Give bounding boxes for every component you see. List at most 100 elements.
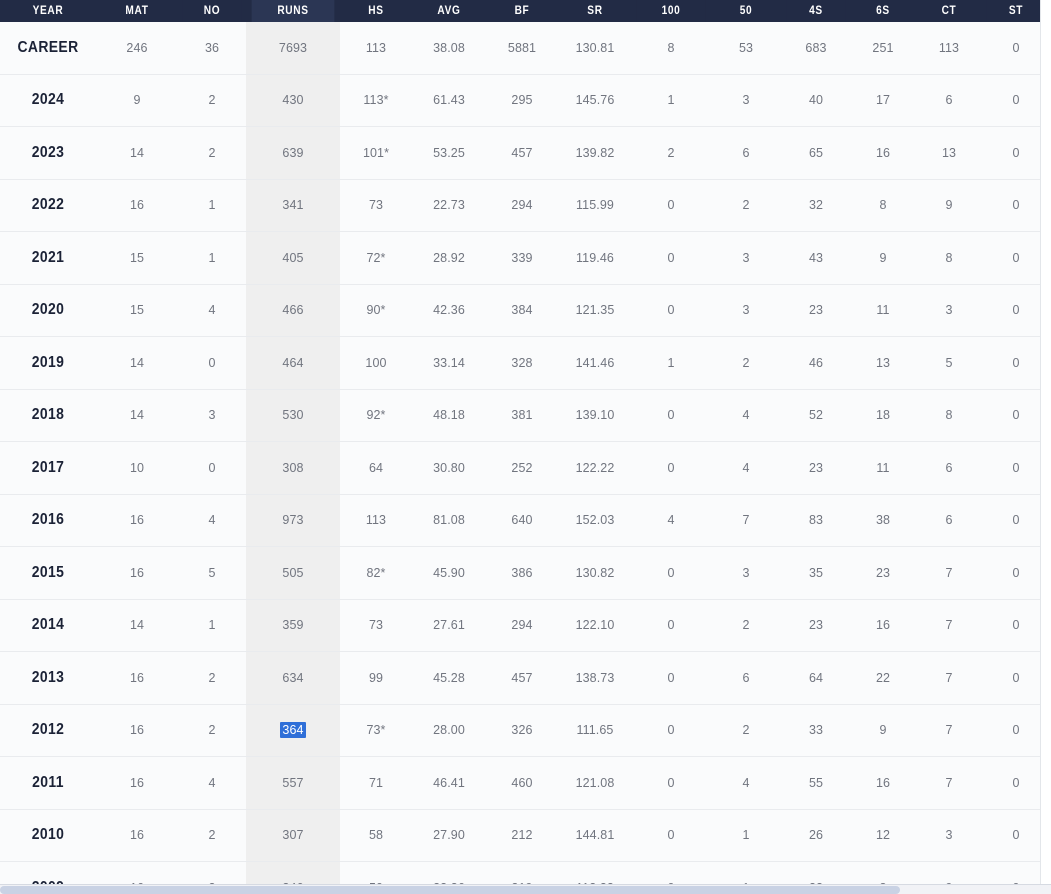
cell-st: 0 — [982, 126, 1040, 180]
row-year-label: 2018 — [4, 389, 92, 442]
cell-sr: 152.03 — [558, 494, 632, 547]
cell-st: 0 — [982, 809, 1040, 862]
column-header-year[interactable]: YEAR — [5, 0, 91, 22]
cell-st: 0 — [982, 179, 1040, 232]
table-row[interactable]: 2014 14 1 359 73 27.61 294 122.10 0 2 23 16 7 0 — [0, 599, 1040, 652]
cell-4s: 46 — [782, 336, 850, 390]
table-row[interactable]: 2012 16 2 364 73* 28.00 326 111.65 0 2 33 9 7 0 — [0, 704, 1040, 757]
stats-table-scroll-area[interactable]: YEAR MAT NO RUNS HS AVG BF SR 100 50 4S 6S CT ST CARE… — [0, 0, 1041, 884]
cell-50: 6 — [710, 651, 782, 705]
cell-mat: 14 — [96, 126, 178, 180]
cell-4s: 65 — [782, 126, 850, 180]
column-header-4s[interactable]: 4S — [786, 0, 846, 22]
cell-ct: 9 — [916, 179, 982, 232]
cell-50: 7 — [710, 494, 782, 547]
table-row[interactable]: 20091622465022.36219112.320122890 — [0, 861, 1040, 884]
table-row[interactable]: 2015 16 5 505 82* 45.90 386 130.82 0 3 35 23 7 0 — [0, 546, 1040, 600]
cell-mat: 16 — [96, 651, 178, 705]
cell-6s: 12 — [850, 809, 916, 862]
cell-sr: 138.73 — [558, 651, 632, 705]
column-header-ct[interactable]: CT — [919, 0, 979, 22]
table-row[interactable]: CAREER 246 36 7693 113 38.08 5881 130.81 8 53 683 2… — [0, 22, 1040, 75]
cell-6s: 16 — [850, 599, 916, 652]
cell-bf: 326 — [486, 704, 558, 757]
column-header-bf[interactable]: BF — [490, 0, 554, 22]
cell-hs: 113 — [340, 22, 412, 75]
column-header-runs[interactable]: RUNS — [251, 0, 335, 22]
cell-runs: 359 — [246, 599, 340, 652]
cell-ct: 13 — [916, 126, 982, 180]
cell-50: 53 — [710, 22, 782, 75]
column-header-sr[interactable]: SR — [562, 0, 628, 22]
cell-mat: 10 — [96, 441, 178, 495]
column-header-hs[interactable]: HS — [344, 0, 408, 22]
column-header-avg[interactable]: AVG — [416, 0, 482, 22]
cell-bf: 460 — [486, 756, 558, 810]
table-row[interactable]: 2019 14 0 464 100 33.14 328 141.46 1 2 46 13 5 0 — [0, 336, 1040, 390]
cell-runs: 466 — [246, 284, 340, 337]
column-header-st[interactable]: ST — [986, 0, 1040, 22]
cell-6s: 38 — [850, 494, 916, 547]
cell-hs: 101* — [340, 126, 412, 180]
cell-50: 1 — [710, 861, 782, 884]
table-row[interactable]: 2016 16 4 973 113 81.08 640 152.03 4 7 83 38 6 0 — [0, 494, 1040, 547]
table-row[interactable]: 2022 16 1 341 73 22.73 294 115.99 0 2 32 8 9 0 — [0, 179, 1040, 232]
table-row[interactable]: 2024 9 2 430 113* 61.43 295 145.76 1 3 40 17 6 0 — [0, 74, 1040, 127]
cell-sr: 115.99 — [558, 179, 632, 232]
column-header-no[interactable]: NO — [182, 0, 242, 22]
cell-6s: 22 — [850, 651, 916, 705]
cell-4s: 55 — [782, 756, 850, 810]
cell-runs: 530 — [246, 389, 340, 442]
cell-hs: 64 — [340, 441, 412, 495]
cell-no: 3 — [178, 389, 246, 442]
row-year-label: 2021 — [4, 231, 92, 285]
table-row[interactable]: 2011 16 4 557 71 46.41 460 121.08 0 4 55 16 7 0 — [0, 756, 1040, 810]
cell-no: 5 — [178, 546, 246, 600]
column-header-50[interactable]: 50 — [714, 0, 778, 22]
cell-avg: 45.28 — [412, 651, 486, 705]
cell-50: 3 — [710, 284, 782, 337]
horizontal-scrollbar-thumb[interactable] — [0, 886, 900, 894]
cell-mat: 16 — [96, 546, 178, 600]
table-row[interactable]: 2021 15 1 405 72* 28.92 339 119.46 0 3 43 9 8 0 — [0, 231, 1040, 285]
table-row[interactable]: 2020 15 4 466 90* 42.36 384 121.35 0 3 23 11 3 0 — [0, 284, 1040, 337]
cell-bf: 219 — [486, 861, 558, 884]
cell-6s: 18 — [850, 389, 916, 442]
cell-avg: 33.14 — [412, 336, 486, 390]
selected-text: 364 — [280, 722, 306, 739]
table-header-row: YEAR MAT NO RUNS HS AVG BF SR 100 50 4S 6S CT ST — [0, 0, 1040, 22]
cell-ct: 7 — [916, 599, 982, 652]
cell-no: 4 — [178, 284, 246, 337]
cell-no: 2 — [178, 861, 246, 884]
table-row[interactable]: 2023 14 2 639 101* 53.25 457 139.82 2 6 65 16 13 0 — [0, 126, 1040, 180]
cell-4s: 40 — [782, 74, 850, 127]
cell-100: 4 — [632, 494, 710, 547]
cell-st: 0 — [982, 441, 1040, 495]
cell-100: 2 — [632, 126, 710, 180]
cell-hs: 72* — [340, 231, 412, 285]
table-row[interactable]: 2010 16 2 307 58 27.90 212 144.81 0 1 26 12 3 0 — [0, 809, 1040, 862]
cell-50: 2 — [710, 704, 782, 757]
table-row[interactable]: 2017 10 0 308 64 30.80 252 122.22 0 4 23 11 6 0 — [0, 441, 1040, 495]
cell-ct: 6 — [916, 441, 982, 495]
cell-bf: 295 — [486, 74, 558, 127]
cell-hs: 113 — [340, 494, 412, 547]
cell-6s: 17 — [850, 74, 916, 127]
cell-ct: 7 — [916, 756, 982, 810]
cell-ct: 7 — [916, 704, 982, 757]
column-header-100[interactable]: 100 — [636, 0, 706, 22]
cell-bf: 294 — [486, 599, 558, 652]
cell-avg: 61.43 — [412, 74, 486, 127]
column-header-mat[interactable]: MAT — [100, 0, 174, 22]
horizontal-scrollbar[interactable] — [0, 884, 1051, 894]
column-header-6s[interactable]: 6S — [853, 0, 913, 22]
cell-mat: 14 — [96, 336, 178, 390]
cell-6s: 11 — [850, 441, 916, 495]
table-row[interactable]: 2013 16 2 634 99 45.28 457 138.73 0 6 64 22 7 0 — [0, 651, 1040, 705]
row-year-label: 2016 — [4, 494, 92, 547]
table-row[interactable]: 2018 14 3 530 92* 48.18 381 139.10 0 4 52 18 8 0 — [0, 389, 1040, 442]
right-gutter — [1041, 0, 1051, 884]
row-year-label: 2017 — [4, 441, 92, 495]
cell-mat: 246 — [96, 22, 178, 75]
cell-st: 0 — [982, 389, 1040, 442]
